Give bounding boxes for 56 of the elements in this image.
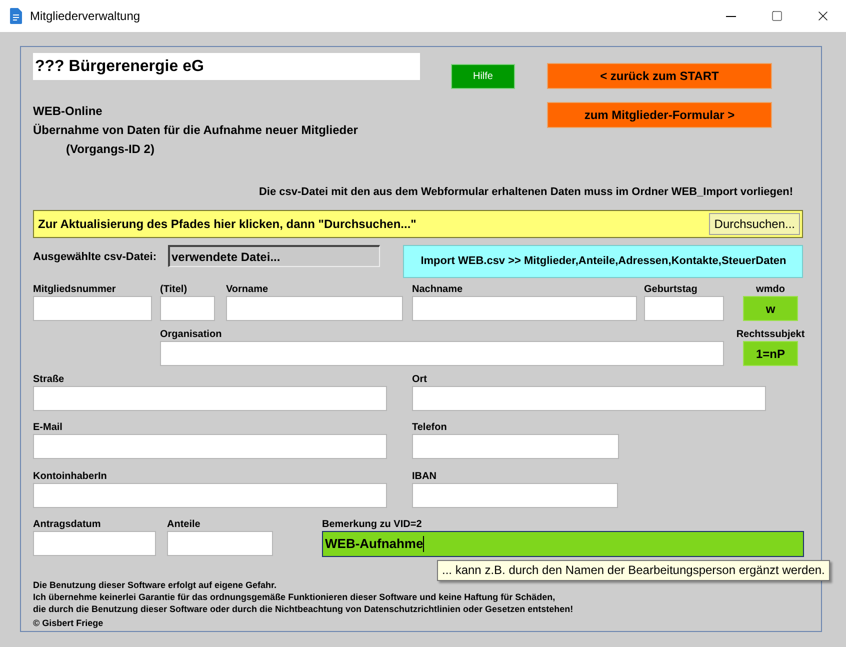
input-field[interactable] <box>160 341 724 366</box>
input-field[interactable] <box>412 296 637 321</box>
maximize-icon <box>771 10 783 22</box>
field-label: KontoinhaberIn <box>33 471 108 482</box>
subtitle-line: (Vorgangs-ID 2) <box>66 141 156 158</box>
field-label: Geburtstag <box>644 284 698 295</box>
input-field[interactable] <box>412 386 766 411</box>
field-label: Nachname <box>412 284 464 295</box>
input-field[interactable] <box>33 483 387 508</box>
input-field[interactable] <box>33 531 156 556</box>
path-bar[interactable]: Zur Aktualisierung des Pfades hier klicken, dann "Durchsuchen..." Durchsuchen... <box>33 210 803 238</box>
input-field[interactable] <box>160 296 215 321</box>
field-label: Straße <box>33 374 66 385</box>
field-label: Ort <box>412 374 428 385</box>
disclaimer-line: die durch die Benutzung dieser Software oder durch die Nichtbeachtung von Datenschutzrichtlinien oder Gesetzen entstehen! <box>33 603 574 615</box>
field-label: Telefon <box>412 422 448 433</box>
path-bar-text: Zur Aktualisierung des Pfades hier klicken, dann "Durchsuchen..." <box>38 216 416 233</box>
tooltip: ... kann z.B. durch den Namen der Bearbeitungsperson ergänzt werden. <box>437 560 830 581</box>
choice-field[interactable]: w <box>743 296 798 321</box>
input-field[interactable] <box>33 386 387 411</box>
input-field[interactable] <box>412 483 618 508</box>
input-field[interactable] <box>412 434 619 459</box>
field-label: Antragsdatum <box>33 519 102 530</box>
input-field[interactable] <box>644 296 724 321</box>
field-label: Anteile <box>167 519 202 530</box>
field-label: Mitgliedsnummer <box>33 284 117 295</box>
csv-file-label: Ausgewählte csv-Datei: <box>33 250 156 265</box>
nav-button[interactable]: zum Mitglieder-Formular > <box>547 102 772 128</box>
field-label: Rechtssubjekt <box>736 329 805 340</box>
notice-text: Die csv-Datei mit den aus dem Webformular erhaltenen Daten muss im Ordner WEB_Import vorliegen! <box>258 185 793 199</box>
field-label: (Titel) <box>160 284 188 295</box>
document-icon <box>10 8 22 24</box>
input-field[interactable] <box>226 296 403 321</box>
browse-button[interactable]: Durchsuchen... <box>709 213 800 235</box>
csv-file-field: verwendete Datei... <box>168 245 380 267</box>
field-label: E-Mail <box>33 422 64 433</box>
input-field[interactable] <box>33 296 152 321</box>
import-button[interactable]: Import WEB.csv >> Mitglieder,Anteile,Adressen,Kontakte,SteuerDaten <box>403 245 804 278</box>
organization-name: ??? Bürgerenergie eG <box>33 53 420 80</box>
subtitle-line: Übernahme von Daten für die Aufnahme neuer Mitglieder <box>33 122 359 139</box>
input-field[interactable] <box>33 434 387 459</box>
input-field[interactable]: WEB-Aufnahme <box>322 531 804 557</box>
field-label: Organisation <box>160 329 223 340</box>
field-label: Bemerkung zu VID=2 <box>322 519 423 530</box>
field-label: IBAN <box>412 471 438 482</box>
copyright-text: © Gisbert Friege <box>33 617 104 629</box>
input-field[interactable] <box>167 531 273 556</box>
disclaimer-line: Die Benutzung dieser Software erfolgt auf eigene Gefahr. <box>33 579 278 591</box>
choice-field[interactable]: 1=nP <box>743 341 798 366</box>
nav-button[interactable]: < zurück zum START <box>547 63 772 89</box>
subtitle-line: WEB-Online <box>33 103 104 120</box>
help-button[interactable]: Hilfe <box>451 64 515 89</box>
field-label: wmdo <box>756 284 785 295</box>
disclaimer-line: Ich übernehme keinerlei Garantie für das ordnungsgemäße Funktionieren dieser Software und keine Haftung für Schäden, <box>33 591 556 603</box>
field-label: Vorname <box>226 284 270 295</box>
window-title: Mitgliederverwaltung <box>30 8 140 25</box>
